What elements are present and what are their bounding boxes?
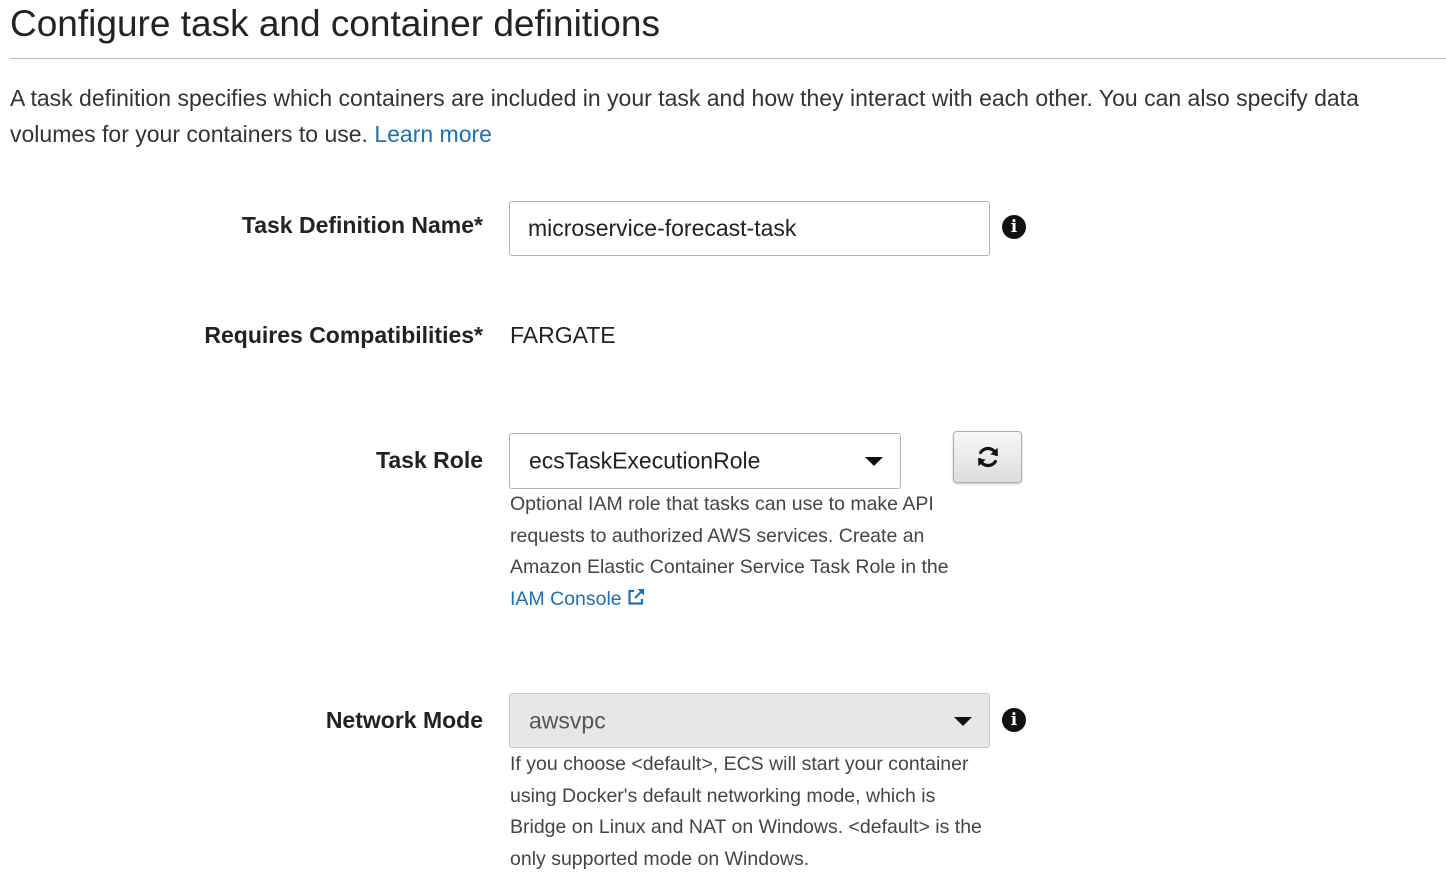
task-role-help-text: Optional IAM role that tasks can use to … (510, 493, 949, 578)
refresh-icon (977, 446, 998, 468)
network-mode-help: If you choose <default>, ECS will start … (510, 753, 982, 870)
task-role-help: Optional IAM role that tasks can use to … (510, 489, 990, 615)
network-mode-select: awsvpc (509, 693, 990, 748)
task-role-select[interactable]: ecsTaskExecutionRole (509, 433, 901, 489)
iam-console-link-label: IAM Console (510, 587, 622, 610)
learn-more-link[interactable]: Learn more (374, 121, 492, 147)
network-mode-label: Network Mode (325, 707, 483, 733)
network-mode-selected-value: awsvpc (529, 707, 606, 733)
task-definition-name-label: Task Definition Name* (241, 212, 483, 238)
title-divider (10, 58, 1446, 59)
chevron-down-icon (865, 457, 883, 466)
task-role-selected-value: ecsTaskExecutionRole (529, 447, 761, 474)
info-icon[interactable]: i (1002, 215, 1026, 239)
requires-compatibilities-value: FARGATE (510, 322, 616, 348)
iam-console-link[interactable]: IAM Console (510, 588, 646, 610)
task-definition-name-input[interactable] (509, 201, 990, 256)
chevron-down-icon (954, 716, 972, 726)
external-link-icon (628, 588, 644, 605)
refresh-roles-button[interactable] (953, 431, 1022, 483)
intro-text: A task definition specifies which contai… (10, 85, 1359, 147)
page-title: Configure task and container definitions (10, 3, 660, 44)
task-role-label: Task Role (376, 447, 483, 473)
requires-compatibilities-label: Requires Compatibilities* (204, 322, 483, 348)
info-icon[interactable]: i (1002, 708, 1026, 732)
intro-paragraph: A task definition specifies which contai… (10, 80, 1446, 152)
